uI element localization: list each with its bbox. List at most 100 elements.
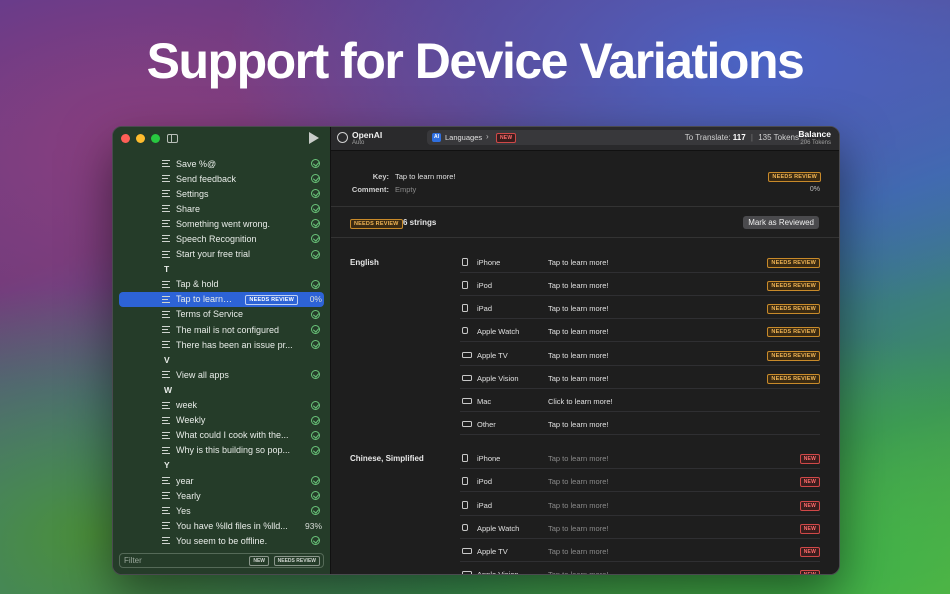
key-value[interactable]: Tap to learn more! (395, 172, 455, 181)
string-list-item[interactable]: Terms of Service (113, 307, 330, 322)
string-list-item[interactable]: Tap & hold (113, 277, 330, 292)
translation-row[interactable]: Apple Watch Tap to learn more! NEEDS REVIE… (460, 319, 820, 343)
string-label: Tap & hold (176, 279, 219, 290)
translation-text[interactable]: Tap to learn more! (548, 304, 608, 313)
translation-text[interactable]: Tap to learn more! (548, 547, 608, 556)
string-list-item[interactable]: Share (113, 201, 330, 216)
ai-icon: AI (432, 133, 441, 142)
text-lines-icon (162, 326, 170, 334)
apple-vision-icon (462, 374, 472, 381)
translation-text[interactable]: Tap to learn more! (548, 420, 608, 429)
needs-review-badge: NEEDS REVIEW (767, 350, 820, 361)
string-list-item[interactable]: The mail is not configured (113, 322, 330, 337)
string-list-item[interactable]: What could I cook with the... (113, 428, 330, 443)
checkmark-circle-icon (311, 249, 320, 259)
string-list-item[interactable]: You seem to be offline. (113, 533, 330, 548)
ipod-icon (462, 281, 468, 290)
translation-row[interactable]: Apple Vision Tap to learn more! NEW (460, 562, 820, 574)
translation-text[interactable]: Tap to learn more! (548, 501, 608, 510)
translation-row[interactable]: Other Tap to learn more! (460, 412, 820, 436)
provider-name[interactable]: OpenAI (352, 130, 382, 140)
window-controls (121, 134, 160, 143)
translation-text[interactable]: Click to learn more! (548, 397, 613, 406)
string-list-item[interactable]: Something went wrong. (113, 216, 330, 231)
translation-text[interactable]: Tap to learn more! (548, 258, 608, 267)
new-badge: NEW (799, 523, 820, 534)
translation-text[interactable]: Tap to learn more! (548, 351, 608, 360)
device-name: Apple TV (477, 546, 508, 556)
strings-bar: NEEDS REVIEW 6 strings Mark as Reviewed (331, 208, 839, 238)
filter-tag-new[interactable]: NEW (249, 556, 269, 566)
filter-tag-needs-review[interactable]: NEEDS REVIEW (273, 556, 320, 566)
string-list-item[interactable]: Yes (113, 503, 330, 518)
string-label: There has been an issue pr... (176, 339, 293, 350)
string-list-item[interactable]: Start your free trial (113, 247, 330, 262)
translation-text[interactable]: Tap to learn more! (548, 374, 608, 383)
string-list-item[interactable]: You have %lld files in %lld... 93% (113, 518, 330, 533)
translation-row[interactable]: Mac Click to learn more! (460, 389, 820, 412)
translation-row[interactable]: Apple Watch Tap to learn more! NEW (460, 516, 820, 539)
string-list-item[interactable]: Send feedback (113, 171, 330, 186)
minimize-button[interactable] (136, 134, 145, 143)
string-label: View all apps (176, 369, 229, 380)
translation-text[interactable]: Tap to learn more! (548, 570, 608, 574)
strings-status-badge: NEEDS REVIEW (350, 219, 403, 229)
translation-text[interactable]: Tap to learn more! (548, 477, 608, 486)
play-icon[interactable] (309, 132, 319, 144)
string-label: What could I cook with the... (176, 430, 289, 441)
checkmark-circle-icon (311, 491, 320, 501)
translation-row[interactable]: Apple TV Tap to learn more! NEW (460, 539, 820, 562)
string-list-item[interactable]: View all apps (113, 367, 330, 382)
translation-row[interactable]: Apple Vision Tap to learn more! NEEDS REVI… (460, 366, 820, 389)
device-name: Apple Watch (477, 523, 520, 533)
string-list-item[interactable]: Save %@ (113, 156, 330, 171)
string-list-item[interactable]: Weekly (113, 413, 330, 428)
apple-vision-icon (462, 570, 472, 574)
filter-field[interactable]: Filter NEW NEEDS REVIEW (119, 553, 324, 568)
string-label: Something went wrong. (176, 218, 271, 229)
device-name: Apple TV (477, 350, 508, 360)
device-name: iPad (477, 500, 493, 510)
string-list-item[interactable]: week (113, 398, 330, 413)
device-name: Apple Watch (477, 327, 520, 337)
translation-row[interactable]: iPad Tap to learn more! NEEDS REVIEW (460, 296, 820, 320)
detail-pane: OpenAI Auto AI Languages › NEW To Transl… (331, 127, 839, 574)
string-list-item[interactable]: Yearly (113, 488, 330, 503)
translation-row[interactable]: iPhone Tap to learn more! NEEDS REVIEW (460, 250, 820, 273)
filter-placeholder: Filter (124, 556, 142, 565)
language-label: English (350, 258, 379, 267)
string-list-item[interactable]: year (113, 473, 330, 488)
checkmark-circle-icon (311, 506, 320, 516)
sidebar-toggle-icon[interactable] (167, 134, 178, 143)
to-translate-label: To Translate: (684, 133, 731, 142)
string-list-item[interactable]: Settings (113, 186, 330, 201)
token-count: 135 Tokens (758, 133, 799, 142)
string-label: Tap to learn… (176, 294, 233, 305)
string-label: Weekly (176, 415, 206, 426)
translation-row[interactable]: iPod Tap to learn more! NEEDS REVIEW (460, 273, 820, 297)
new-badge: NEW (799, 454, 820, 465)
translation-row[interactable]: iPhone Tap to learn more! NEW (460, 446, 820, 470)
section-letter: V (164, 354, 170, 365)
string-list-item[interactable]: Speech Recognition (113, 231, 330, 246)
languages-button[interactable]: Languages (445, 133, 482, 142)
zoom-button[interactable] (151, 134, 160, 143)
translation-text[interactable]: Tap to learn more! (548, 454, 608, 463)
translation-text[interactable]: Tap to learn more! (548, 327, 608, 336)
checkmark-circle-icon (311, 325, 320, 335)
text-lines-icon (162, 492, 170, 500)
string-list-item[interactable]: Why is this building so pop... (113, 443, 330, 458)
translation-row[interactable]: iPod Tap to learn more! NEW (460, 469, 820, 493)
string-list-item[interactable]: Tap to learn… NEEDS REVIEW 0% (119, 291, 324, 307)
key-info: Key: Tap to learn more! Comment: Empty N… (331, 152, 839, 207)
string-list-item[interactable]: There has been an issue pr... (113, 337, 330, 352)
translation-text[interactable]: Tap to learn more! (548, 281, 608, 290)
translation-text[interactable]: Tap to learn more! (548, 524, 608, 533)
close-button[interactable] (121, 134, 130, 143)
translation-row[interactable]: Apple TV Tap to learn more! NEEDS REVIEW (460, 343, 820, 366)
ipad-icon (462, 500, 468, 509)
comment-value[interactable]: Empty (395, 185, 416, 194)
ipod-icon (462, 477, 468, 486)
translation-row[interactable]: iPad Tap to learn more! NEW (460, 493, 820, 516)
mark-as-reviewed-button[interactable]: Mark as Reviewed (743, 216, 819, 229)
